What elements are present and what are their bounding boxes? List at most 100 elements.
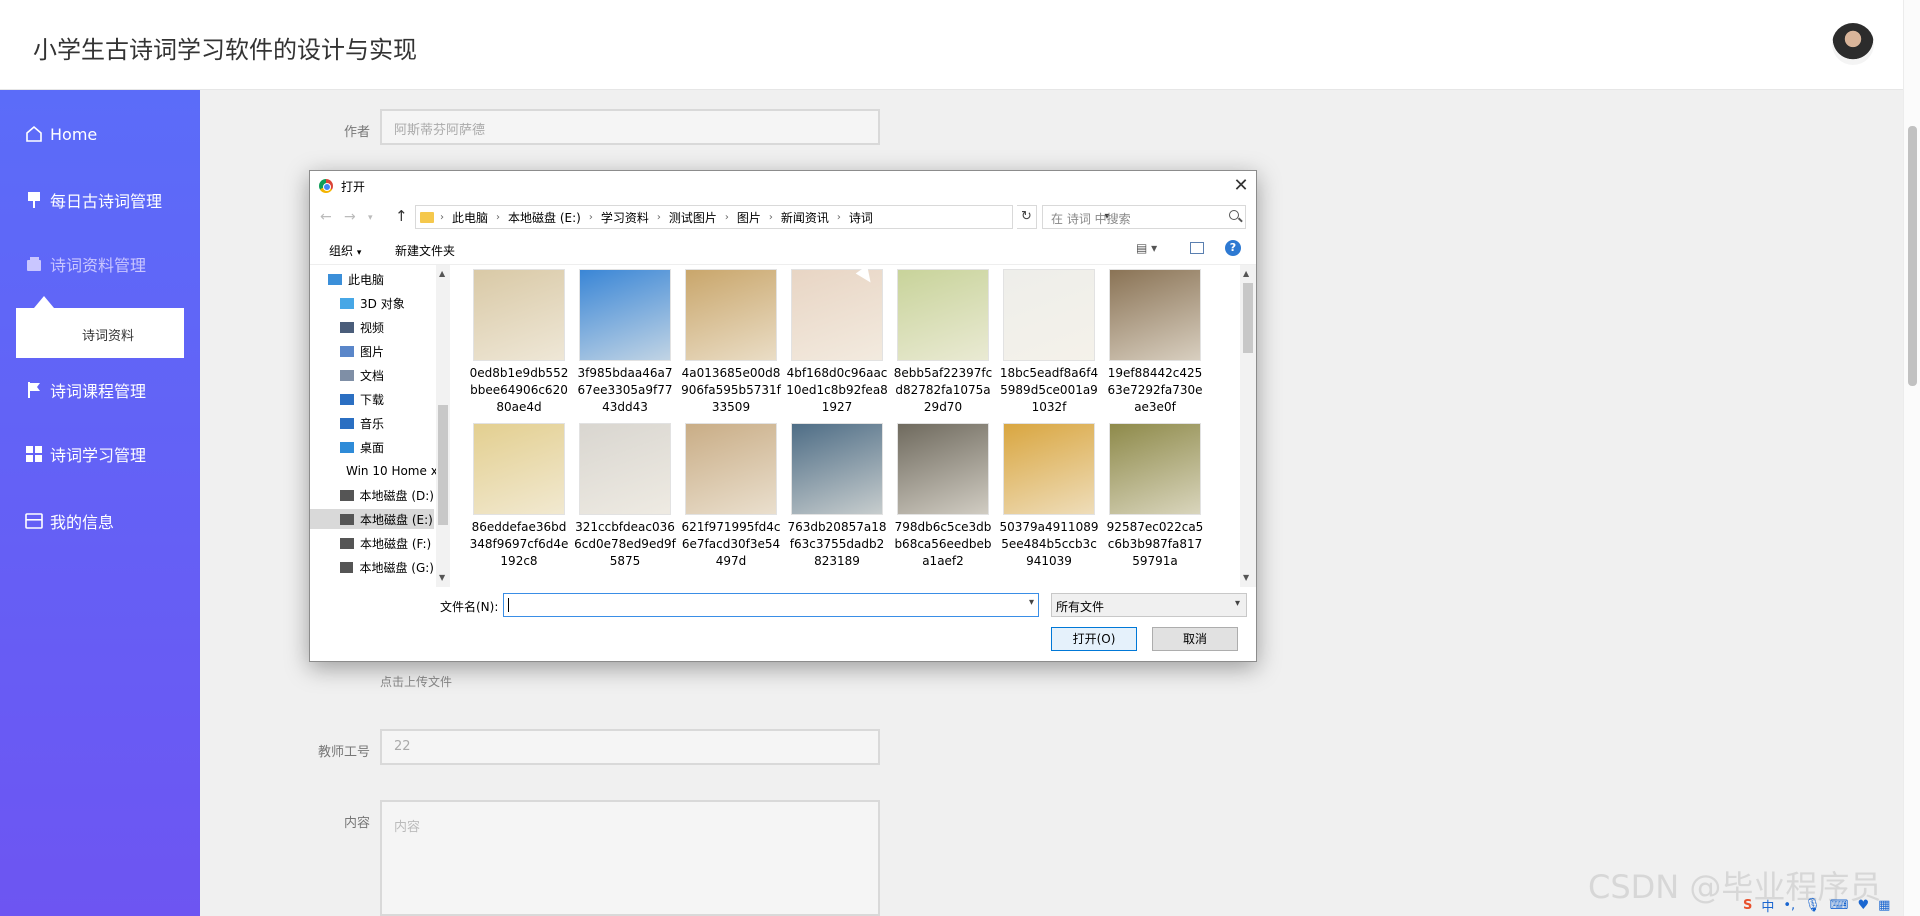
filename-input[interactable]: ▾ (503, 593, 1039, 617)
file-item[interactable]: 0ed8b1e9db552bbee64906c62080ae4d (468, 269, 570, 416)
image-thumbnail (1003, 423, 1095, 515)
tree-item[interactable]: 本地磁盘 (F:) (310, 533, 434, 553)
chevron-down-icon[interactable]: ▾ (1029, 597, 1034, 608)
tree-item[interactable]: 图片 (310, 341, 434, 361)
file-item[interactable]: 4a013685e00d8906fa595b5731f33509 (680, 269, 782, 416)
breadcrumb-item[interactable]: 本地磁盘 (E:) (508, 209, 581, 226)
files-scrollbar-thumb[interactable] (1243, 283, 1253, 353)
page-scrollbar-thumb[interactable] (1908, 126, 1917, 386)
organize-button[interactable]: 组织 ▾ (329, 242, 361, 259)
file-item[interactable]: 8ebb5af22397fcd82782fa1075a29d70 (892, 269, 994, 416)
help-icon[interactable]: ? (1225, 240, 1241, 256)
tree-item[interactable]: 3D 对象 (310, 293, 434, 313)
file-item[interactable]: 18bc5eadf8a6f45989d5ce001a91032f (998, 269, 1100, 416)
keyboard-icon[interactable]: ⌨ (1830, 898, 1849, 913)
breadcrumb-item[interactable]: 测试图片 (669, 209, 717, 226)
open-button[interactable]: 打开(O) (1051, 627, 1137, 651)
submenu-item-poem-data[interactable]: 诗词资料 (82, 325, 134, 344)
breadcrumb-item[interactable]: 新闻资讯 (781, 209, 829, 226)
sidebar-item-home[interactable]: Home (24, 119, 97, 149)
tree-item[interactable]: 文档 (310, 365, 434, 385)
scroll-up-icon[interactable]: ▲ (1243, 269, 1249, 278)
tree-item[interactable]: 本地磁盘 (E:) (310, 509, 434, 529)
ime-logo-icon[interactable]: S (1743, 898, 1752, 913)
user-avatar[interactable] (1832, 23, 1874, 65)
sidebar-item-daily-poem[interactable]: 每日古诗词管理 (24, 185, 162, 215)
tree-scrollbar-thumb[interactable] (438, 405, 448, 525)
scroll-down-icon[interactable]: ▼ (1243, 573, 1249, 582)
ime-lang-indicator[interactable]: 中 (1761, 896, 1774, 915)
sidebar-item-poem-materials[interactable]: 诗词资料管理 (24, 249, 146, 279)
file-name: 92587ec022ca5c6b3b987fa81759791a (1106, 520, 1204, 568)
file-item[interactable]: 19ef88442c42563e7292fa730eae3e0f (1104, 269, 1206, 416)
close-icon[interactable]: ✕ (1230, 175, 1252, 197)
file-item[interactable]: 798db6c5ce3dbb68ca56eedbeba1aef2 (892, 423, 994, 570)
preview-pane-icon[interactable] (1190, 242, 1204, 254)
tree-item[interactable]: 视频 (310, 317, 434, 337)
skin-icon[interactable]: ♥ (1857, 898, 1869, 913)
breadcrumb-item[interactable]: 图片 (737, 209, 761, 226)
tree-item-label: 桌面 (360, 440, 385, 455)
cancel-button[interactable]: 取消 (1152, 627, 1238, 651)
up-arrow-icon[interactable]: ↑ (395, 207, 408, 225)
tree-item[interactable]: 下载 (310, 389, 434, 409)
file-name: 798db6c5ce3dbb68ca56eedbeba1aef2 (894, 520, 992, 568)
breadcrumb-item[interactable]: 此电脑 (452, 209, 488, 226)
new-folder-button[interactable]: 新建文件夹 (395, 242, 455, 259)
cube-icon (340, 297, 354, 309)
content-textarea[interactable]: 内容 (380, 800, 880, 916)
breadcrumb-item[interactable]: 诗词 (849, 209, 873, 226)
tree-item[interactable]: 本地磁盘 (G:) (310, 557, 434, 577)
file-name: 621f971995fd4c6e7facd30f3e54497d (681, 520, 781, 568)
image-thumbnail (473, 269, 565, 361)
sidebar-item-my-info[interactable]: 我的信息 (24, 506, 114, 536)
search-input[interactable]: 在 诗词 中搜索 (1042, 205, 1246, 229)
file-item[interactable]: 92587ec022ca5c6b3b987fa81759791a (1104, 423, 1206, 570)
navigation-tree: 此电脑 3D 对象视频图片文档下载音乐桌面 Win 10 Home x 本地磁盘 (D… (310, 265, 436, 587)
chevron-down-icon: ▾ (356, 248, 362, 258)
address-bar[interactable]: › 此电脑 › 本地磁盘 (E:) › 学习资料 › 测试图片 › 图片 › 新闻资讯 › 诗… (415, 205, 1110, 229)
file-item[interactable]: 621f971995fd4c6e7facd30f3e54497d (680, 423, 782, 570)
view-options-icon[interactable]: ▤ ▾ (1136, 241, 1157, 255)
tree-item-label: Win 10 Home x (346, 464, 436, 478)
tree-scrollbar[interactable]: ▲ ▼ (436, 265, 450, 587)
refresh-icon[interactable]: ↻ (1017, 205, 1037, 229)
tree-item-label: 下载 (360, 392, 385, 407)
file-item[interactable]: 763db20857a18f63c3755dadb2823189 (786, 423, 888, 570)
tree-item[interactable]: Win 10 Home x (310, 461, 436, 481)
tree-item-label: 音乐 (360, 416, 385, 431)
tree-item[interactable]: 桌面 (310, 437, 434, 457)
computer-icon (328, 273, 342, 285)
breadcrumb-item[interactable]: 学习资料 (601, 209, 649, 226)
scroll-down-icon[interactable]: ▼ (439, 573, 445, 582)
punctuation-icon[interactable]: •, (1783, 898, 1795, 913)
forward-arrow-icon[interactable]: → (344, 209, 356, 225)
menu-grid-icon[interactable]: ▦ (1878, 898, 1890, 913)
back-arrow-icon[interactable]: ← (320, 209, 332, 225)
recent-dropdown-icon[interactable]: ▾ (368, 213, 373, 223)
dialog-title: 打开 (341, 180, 366, 194)
scroll-up-icon[interactable]: ▲ (439, 269, 445, 278)
page-scrollbar[interactable] (1903, 0, 1920, 916)
file-item[interactable]: 3f985bdaa46a767ee3305a9f7743dd43 (574, 269, 676, 416)
upload-hint[interactable]: 点击上传文件 (380, 673, 452, 690)
author-input[interactable]: 阿斯蒂芬阿萨德 (380, 109, 880, 145)
microphone-icon[interactable]: 🎙 (1804, 898, 1821, 913)
file-name: 8ebb5af22397fcd82782fa1075a29d70 (893, 366, 993, 414)
sidebar-item-poem-course[interactable]: 诗词课程管理 (24, 375, 146, 405)
tree-item[interactable]: 音乐 (310, 413, 434, 433)
files-scrollbar[interactable]: ▲ ▼ (1240, 265, 1256, 587)
file-item[interactable]: 4bf168d0c96aac10ed1c8b92fea81927 (786, 269, 888, 416)
tree-item-label: 文档 (360, 368, 385, 383)
teacher-id-input[interactable]: 22 (380, 729, 880, 765)
file-item[interactable]: 321ccbfdeac0366cd0e78ed9ed9f5875 (574, 423, 676, 570)
tree-item-label: 本地磁盘 (G:) (359, 560, 434, 575)
sidebar-item-poem-study[interactable]: 诗词学习管理 (24, 439, 146, 469)
file-name: 50379a49110895ee484b5ccb3c941039 (999, 520, 1099, 568)
file-item[interactable]: 50379a49110895ee484b5ccb3c941039 (998, 423, 1100, 570)
file-item[interactable]: 86eddefae36bd348f9697cf6d4e192c8 (468, 423, 570, 570)
tree-item[interactable]: 本地磁盘 (D:) (310, 485, 434, 505)
dialog-titlebar[interactable]: 打开 ✕ (310, 171, 1256, 201)
file-type-select[interactable]: 所有文件 ▾ (1051, 593, 1247, 617)
tree-item[interactable]: 此电脑 (310, 269, 434, 289)
